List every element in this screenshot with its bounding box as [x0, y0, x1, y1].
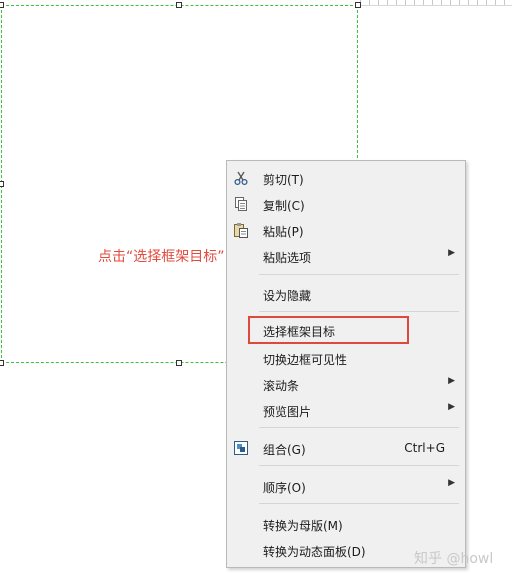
menu-item-shortcut: Ctrl+G	[404, 441, 445, 455]
menu-item-label: 组合(G)	[263, 443, 306, 457]
menu-separator	[259, 503, 459, 504]
menu-item-cut[interactable]: 剪切(T)	[227, 166, 465, 190]
menu-item-label: 粘贴选项	[263, 251, 312, 265]
menu-item-preview-image[interactable]: 预览图片 ▶	[227, 398, 465, 422]
menu-separator	[259, 274, 459, 275]
submenu-arrow-icon: ▶	[448, 248, 455, 258]
resize-handle-top-right[interactable]	[355, 2, 361, 8]
resize-handle-middle-left[interactable]	[0, 181, 4, 187]
menu-item-label: 切换边框可见性	[263, 353, 348, 367]
menu-item-paste[interactable]: 粘贴(P)	[227, 218, 465, 242]
menu-item-paste-options[interactable]: 粘贴选项 ▶	[227, 244, 465, 268]
menu-item-label: 转换为母版(M)	[263, 519, 343, 533]
menu-item-set-hidden[interactable]: 设为隐藏	[227, 282, 465, 306]
annotation-text: 点击“选择框架目标”	[98, 249, 225, 265]
menu-item-label: 剪切(T)	[263, 173, 304, 187]
highlight-box	[248, 316, 409, 344]
menu-item-toggle-border-visibility[interactable]: 切换边框可见性	[227, 346, 465, 370]
menu-separator	[259, 465, 459, 466]
watermark: 知乎 @howl	[414, 551, 494, 567]
menu-item-copy[interactable]: 复制(C)	[227, 192, 465, 216]
menu-separator	[259, 311, 459, 312]
menu-item-convert-to-master[interactable]: 转换为母版(M)	[227, 512, 465, 536]
resize-handle-bottom-left[interactable]	[0, 360, 4, 366]
resize-handle-top-left[interactable]	[0, 2, 4, 8]
context-menu: 剪切(T) 复制(C) 粘贴(P) 粘贴选项 ▶ 设为隐藏 选择框架目标 切换边…	[226, 160, 466, 568]
ruler	[360, 0, 512, 6]
menu-item-label: 顺序(O)	[263, 481, 306, 495]
menu-item-label: 转换为动态面板(D)	[263, 545, 366, 559]
submenu-arrow-icon: ▶	[448, 478, 455, 488]
menu-item-group[interactable]: 组合(G) Ctrl+G	[227, 436, 465, 460]
submenu-arrow-icon: ▶	[448, 376, 455, 386]
paste-icon	[234, 223, 248, 238]
menu-item-label: 滚动条	[263, 379, 300, 393]
menu-item-label: 复制(C)	[263, 199, 305, 213]
scissors-icon	[234, 171, 248, 186]
resize-handle-top-middle[interactable]	[176, 2, 182, 8]
copy-icon	[235, 197, 247, 211]
resize-handle-bottom-middle[interactable]	[176, 360, 182, 366]
menu-item-label: 预览图片	[263, 405, 312, 419]
group-icon	[234, 441, 248, 455]
menu-item-label: 粘贴(P)	[263, 225, 304, 239]
submenu-arrow-icon: ▶	[448, 402, 455, 412]
menu-item-label: 设为隐藏	[263, 289, 312, 303]
menu-separator	[259, 427, 459, 428]
menu-item-scrollbars[interactable]: 滚动条 ▶	[227, 372, 465, 396]
design-canvas[interactable]: 点击“选择框架目标” 剪切(T) 复制(C) 粘贴(P) 粘贴选项 ▶ 设为隐藏…	[0, 0, 512, 578]
menu-item-order[interactable]: 顺序(O) ▶	[227, 474, 465, 498]
